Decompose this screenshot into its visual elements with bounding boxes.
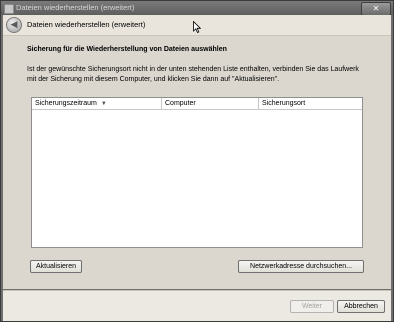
column-header-backup-location[interactable]: Sicherungsort	[259, 98, 362, 109]
instruction-text: Ist der gewünschte Sicherungsort nicht i…	[27, 66, 359, 83]
cancel-button[interactable]: Abbrechen	[337, 300, 385, 313]
back-arrow-icon[interactable]: ◀	[6, 17, 22, 33]
close-button[interactable]: ✕	[361, 2, 391, 16]
list-header: Sicherungszeitraum ▼ Computer Sicherungso…	[32, 98, 362, 110]
browse-network-button[interactable]: Netzwerkadresse durchsuchen...	[238, 260, 364, 273]
refresh-button[interactable]: Aktualisieren	[30, 260, 82, 273]
title-bar[interactable]: Dateien wiederherstellen (erweitert) ✕	[1, 1, 393, 16]
sort-descending-icon: ▼	[100, 101, 107, 107]
page-heading: Sicherung für die Wiederherstellung von …	[27, 46, 227, 53]
column-header-computer[interactable]: Computer	[162, 98, 259, 109]
mouse-pointer-icon	[193, 21, 201, 33]
column-header-backup-period[interactable]: Sicherungszeitraum ▼	[32, 98, 162, 109]
restore-files-window: Dateien wiederherstellen (erweitert) ✕ ◀…	[0, 0, 394, 322]
window-title: Dateien wiederherstellen (erweitert)	[16, 3, 135, 12]
wizard-footer: Weiter Abbrechen	[3, 290, 391, 321]
wizard-content: Sicherung für die Wiederherstellung von …	[3, 36, 391, 289]
backup-list[interactable]: Sicherungszeitraum ▼ Computer Sicherungso…	[31, 97, 363, 248]
column-label: Sicherungszeitraum	[35, 100, 97, 107]
wizard-title: Dateien wiederherstellen (erweitert)	[27, 20, 146, 29]
next-button[interactable]: Weiter	[290, 300, 334, 313]
restore-app-icon	[4, 4, 14, 14]
